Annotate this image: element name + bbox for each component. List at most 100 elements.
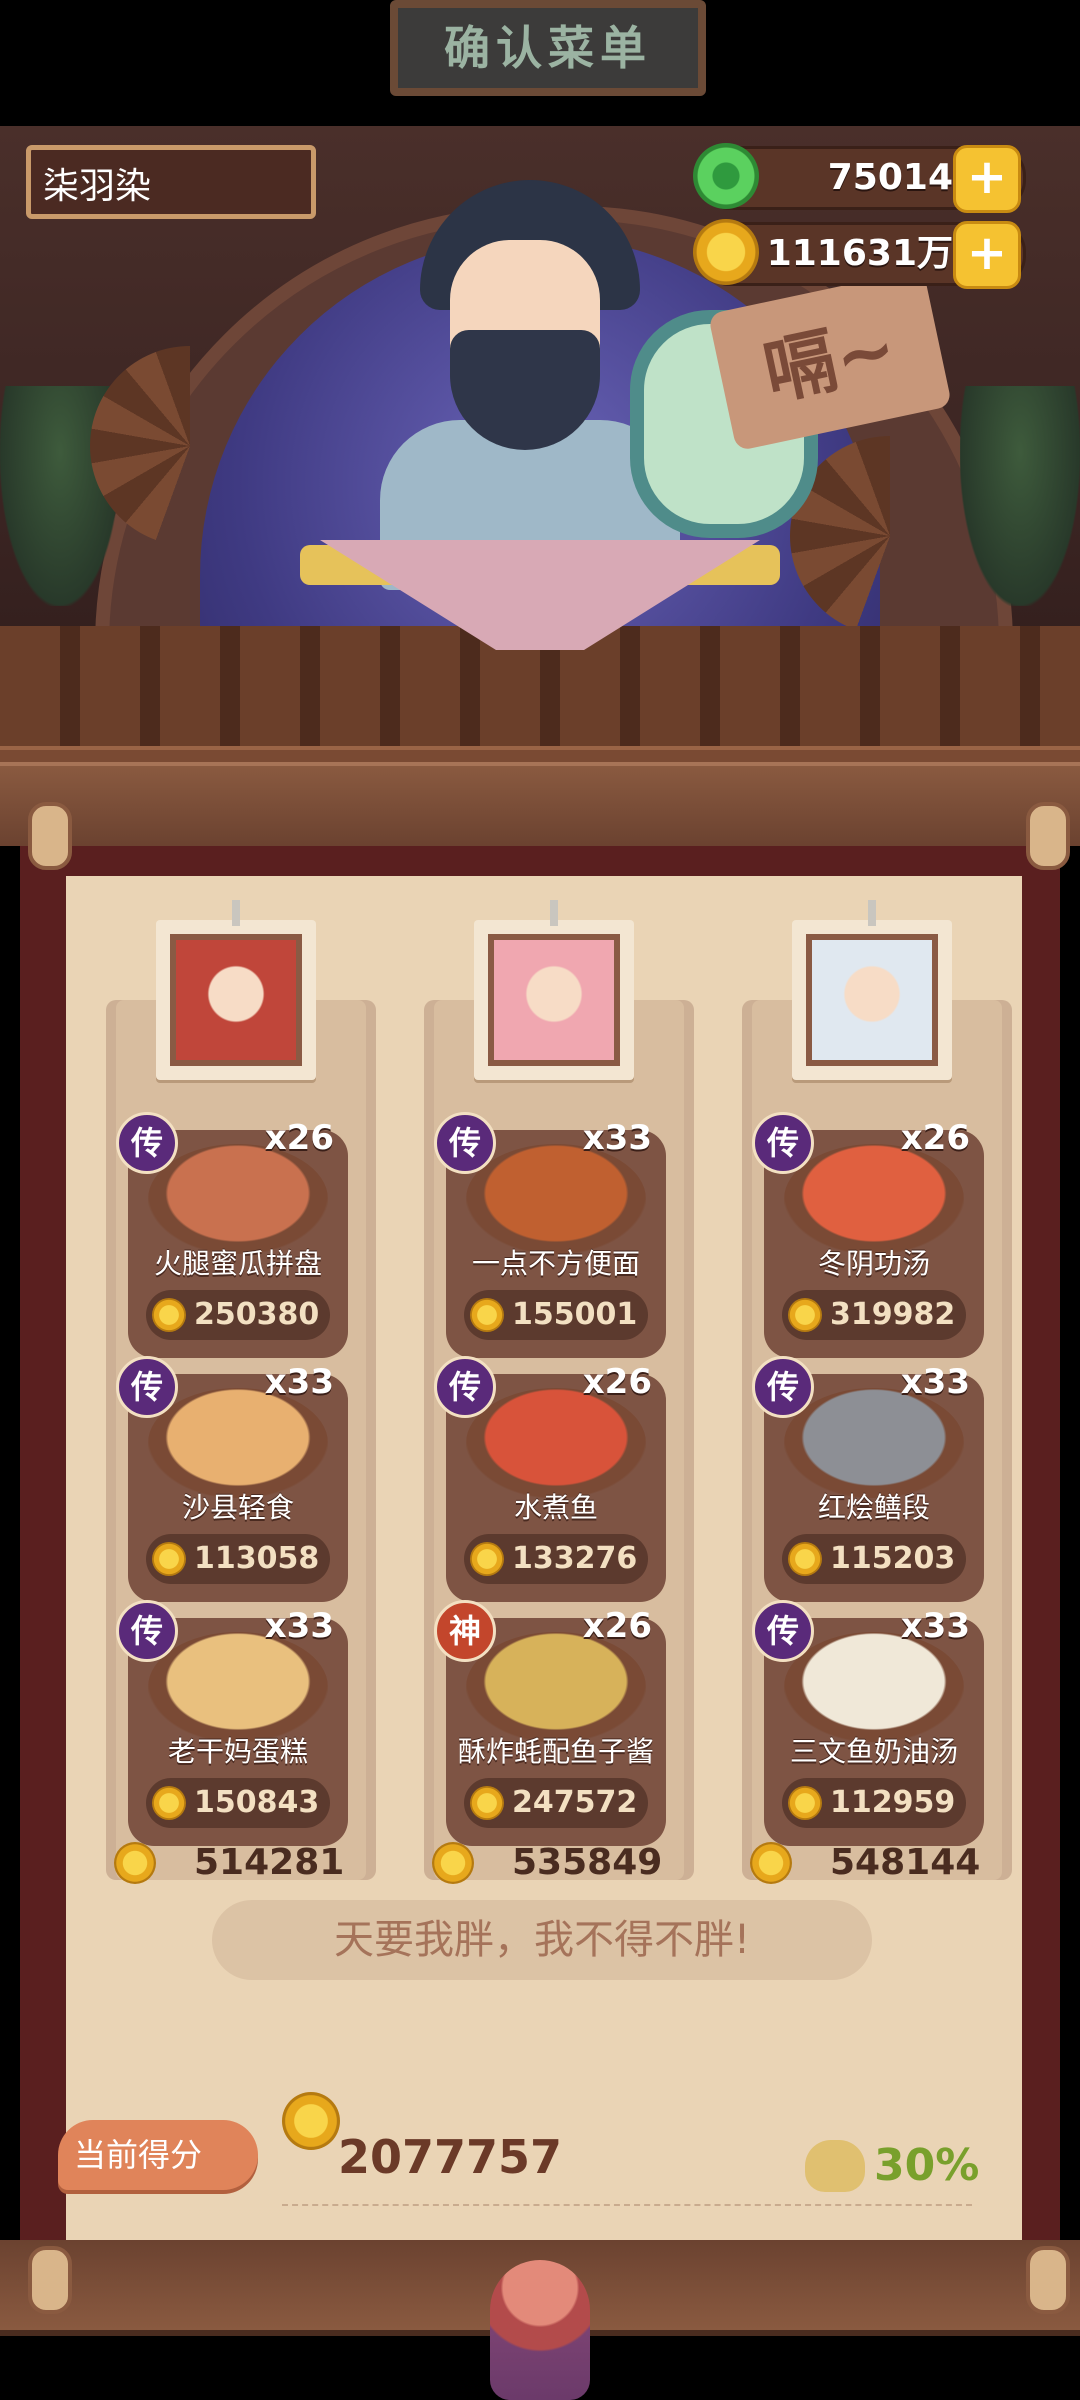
dish-image bbox=[784, 1144, 964, 1254]
gold-coin-icon bbox=[788, 1542, 822, 1576]
dish-image bbox=[466, 1632, 646, 1742]
dish-count: x33 bbox=[582, 1118, 652, 1158]
column-total-value: 514281 bbox=[194, 1842, 345, 1883]
column-total-value: 548144 bbox=[830, 1842, 981, 1883]
total-score: 2077757 bbox=[338, 2130, 563, 2184]
gold-coin-icon bbox=[432, 1842, 474, 1884]
bonus-percent: 30% bbox=[874, 2140, 980, 2191]
chef-avatar bbox=[806, 934, 938, 1066]
dish-name: 红烩鳝段 bbox=[817, 1491, 930, 1524]
pin-icon bbox=[232, 900, 240, 926]
dish-count: x33 bbox=[264, 1362, 334, 1402]
rarity-badge: 传 bbox=[116, 1112, 178, 1174]
chef-portrait[interactable] bbox=[474, 900, 634, 1080]
rarity-badge: 传 bbox=[434, 1112, 496, 1174]
dish-price-bar: 247572 bbox=[464, 1778, 648, 1828]
dish-price: 319982 bbox=[830, 1297, 956, 1332]
dish-count: x33 bbox=[900, 1362, 970, 1402]
dish-name: 冬阴功汤 bbox=[817, 1247, 930, 1280]
column-total: 514281 bbox=[114, 1838, 364, 1888]
gold-coin-icon bbox=[750, 1842, 792, 1884]
dish-count: x26 bbox=[264, 1118, 334, 1158]
dish-price: 112959 bbox=[830, 1785, 956, 1820]
chef-portrait[interactable] bbox=[792, 900, 952, 1080]
dish-card[interactable]: 传 x33 一点不方便面 155001 bbox=[434, 1112, 666, 1358]
dish-count: x33 bbox=[264, 1606, 334, 1646]
gold-coin-icon bbox=[470, 1786, 504, 1820]
gold-coin-icon bbox=[788, 1786, 822, 1820]
dish-card[interactable]: 传 x26 冬阴功汤 319982 bbox=[752, 1112, 984, 1358]
rarity-badge: 传 bbox=[752, 1356, 814, 1418]
pin-icon bbox=[868, 900, 876, 926]
dish-image bbox=[784, 1632, 964, 1742]
dish-price-bar: 112959 bbox=[782, 1778, 966, 1828]
pin-icon bbox=[550, 900, 558, 926]
dish-price: 113058 bbox=[194, 1541, 320, 1576]
rarity-badge: 传 bbox=[752, 1600, 814, 1662]
dish-price-bar: 250380 bbox=[146, 1290, 330, 1340]
chef-portrait[interactable] bbox=[156, 900, 316, 1080]
dish-price: 133276 bbox=[512, 1541, 638, 1576]
dish-count: x26 bbox=[900, 1118, 970, 1158]
dish-price: 155001 bbox=[512, 1297, 638, 1332]
dish-card[interactable]: 传 x26 水煮鱼 133276 bbox=[434, 1356, 666, 1602]
gold-coin-icon bbox=[282, 2092, 340, 2150]
dish-price-bar: 150843 bbox=[146, 1778, 330, 1828]
dish-name: 一点不方便面 bbox=[471, 1247, 640, 1280]
dish-card[interactable]: 传 x26 火腿蜜瓜拼盘 250380 bbox=[116, 1112, 348, 1358]
dish-price-bar: 113058 bbox=[146, 1534, 330, 1584]
column-total-value: 535849 bbox=[512, 1842, 663, 1883]
fortune-pot-icon bbox=[805, 2140, 865, 2192]
dish-name: 酥炸蚝配鱼子酱 bbox=[457, 1735, 654, 1768]
column-total: 548144 bbox=[750, 1838, 1000, 1888]
dish-name: 沙县轻食 bbox=[181, 1491, 294, 1524]
dish-price: 247572 bbox=[512, 1785, 638, 1820]
gold-coin-icon bbox=[470, 1298, 504, 1332]
dish-card[interactable]: 传 x33 沙县轻食 113058 bbox=[116, 1356, 348, 1602]
scroll-knob-left-bottom bbox=[28, 2246, 72, 2314]
dish-image bbox=[466, 1388, 646, 1498]
dish-price: 150843 bbox=[194, 1785, 320, 1820]
dish-image bbox=[148, 1144, 328, 1254]
dish-columns: 传 x26 火腿蜜瓜拼盘 250380 传 x33 沙县轻食 113058 传 x33 老干妈蛋糕 1… bbox=[0, 0, 1080, 2400]
dish-count: x26 bbox=[582, 1606, 652, 1646]
score-divider bbox=[282, 2204, 972, 2206]
knot-tassel bbox=[490, 2260, 590, 2400]
dish-image bbox=[784, 1388, 964, 1498]
dish-name: 水煮鱼 bbox=[513, 1491, 598, 1524]
rarity-badge: 传 bbox=[116, 1600, 178, 1662]
rarity-badge: 神 bbox=[434, 1600, 496, 1662]
chef-avatar bbox=[488, 934, 620, 1066]
dish-image bbox=[466, 1144, 646, 1254]
scroll-knob-right-bottom bbox=[1026, 2246, 1070, 2314]
rarity-badge: 传 bbox=[434, 1356, 496, 1418]
gold-coin-icon bbox=[152, 1542, 186, 1576]
motto-banner: 天要我胖，我不得不胖! bbox=[212, 1900, 872, 1980]
dish-image bbox=[148, 1388, 328, 1498]
gold-coin-icon bbox=[470, 1542, 504, 1576]
gold-coin-icon bbox=[788, 1298, 822, 1332]
dish-image bbox=[148, 1632, 328, 1742]
rarity-badge: 传 bbox=[752, 1112, 814, 1174]
dish-price-bar: 155001 bbox=[464, 1290, 648, 1340]
chef-avatar bbox=[170, 934, 302, 1066]
gold-coin-icon bbox=[114, 1842, 156, 1884]
dish-count: x26 bbox=[582, 1362, 652, 1402]
dish-price: 115203 bbox=[830, 1541, 956, 1576]
column-total: 535849 bbox=[432, 1838, 682, 1888]
dish-count: x33 bbox=[900, 1606, 970, 1646]
dish-card[interactable]: 传 x33 三文鱼奶油汤 112959 bbox=[752, 1600, 984, 1846]
dish-card[interactable]: 神 x26 酥炸蚝配鱼子酱 247572 bbox=[434, 1600, 666, 1846]
rarity-badge: 传 bbox=[116, 1356, 178, 1418]
dish-card[interactable]: 传 x33 老干妈蛋糕 150843 bbox=[116, 1600, 348, 1846]
dish-name: 火腿蜜瓜拼盘 bbox=[153, 1247, 322, 1280]
dish-price-bar: 133276 bbox=[464, 1534, 648, 1584]
current-score-button[interactable]: 当前得分 bbox=[58, 2120, 258, 2190]
dish-name: 三文鱼奶油汤 bbox=[789, 1735, 958, 1768]
gold-coin-icon bbox=[152, 1298, 186, 1332]
dish-name: 老干妈蛋糕 bbox=[167, 1735, 308, 1768]
dish-card[interactable]: 传 x33 红烩鳝段 115203 bbox=[752, 1356, 984, 1602]
gold-coin-icon bbox=[152, 1786, 186, 1820]
dish-price-bar: 319982 bbox=[782, 1290, 966, 1340]
dish-price-bar: 115203 bbox=[782, 1534, 966, 1584]
